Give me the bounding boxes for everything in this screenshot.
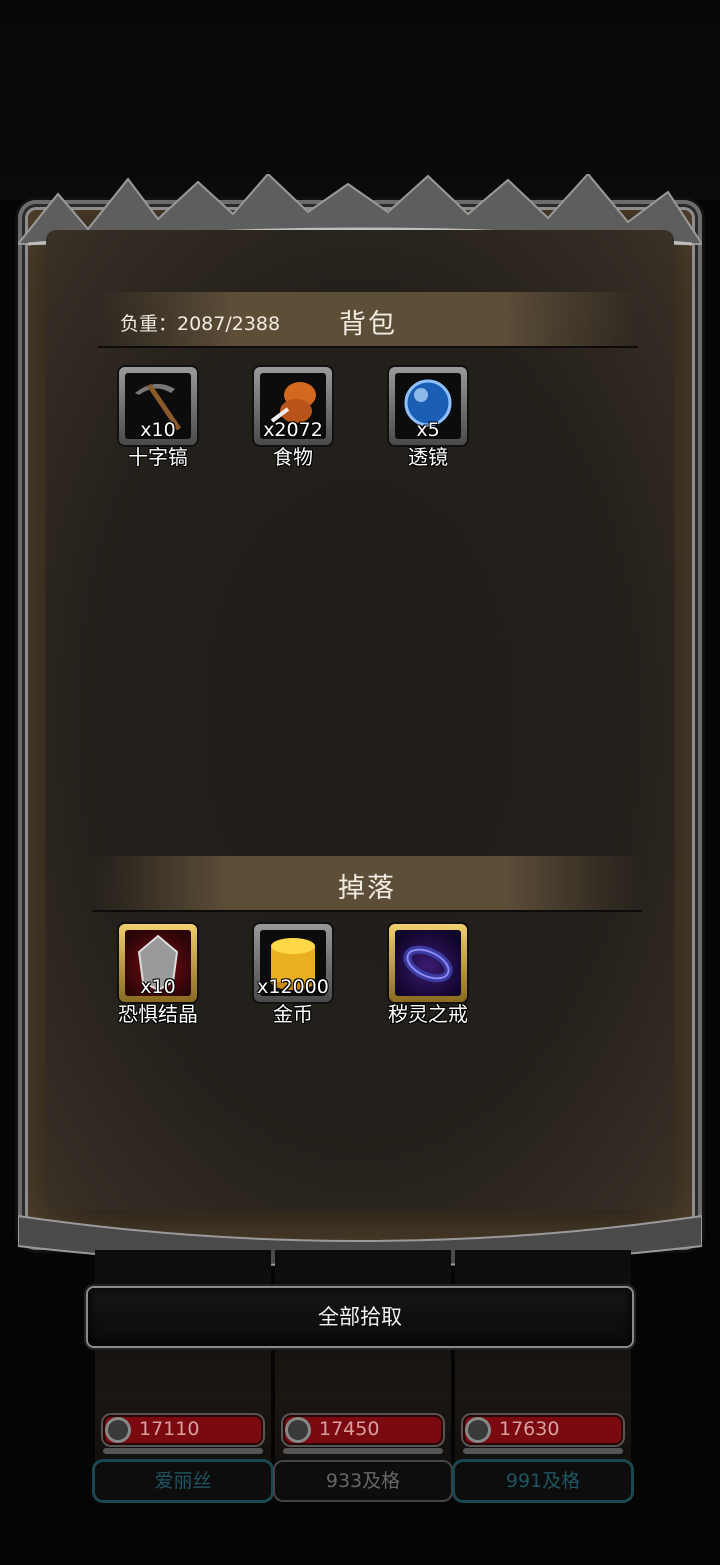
item-name: 十字镐 bbox=[128, 445, 188, 469]
power-badge: 17450 bbox=[283, 1415, 443, 1445]
item-name: 金币 bbox=[273, 1002, 313, 1026]
loot-panel: 负重：2087/2388 背包 x10 十字镐 x2072 食物 x5 透镜 掉… bbox=[18, 174, 702, 1267]
power-icon bbox=[105, 1417, 131, 1443]
power-value: 17450 bbox=[319, 1418, 380, 1440]
item-count: x2072 bbox=[263, 419, 323, 441]
hero-name: 爱丽丝 bbox=[95, 1462, 271, 1500]
power-icon bbox=[285, 1417, 311, 1443]
drops-header: 掉落 bbox=[92, 856, 642, 912]
drop-item-gold[interactable]: x12000 金币 bbox=[233, 924, 353, 1034]
backpack-header: 负重：2087/2388 背包 bbox=[98, 292, 638, 348]
item-name: 秽灵之戒 bbox=[388, 1002, 468, 1026]
drops-title: 掉落 bbox=[338, 873, 396, 904]
item-name: 透镜 bbox=[408, 445, 448, 469]
item-count: x5 bbox=[416, 419, 440, 441]
power-value: 17630 bbox=[499, 1418, 560, 1440]
hero-bar bbox=[283, 1448, 443, 1454]
backpack-item-pickaxe[interactable]: x10 十字镐 bbox=[98, 367, 218, 477]
hero-name: 991及格 bbox=[455, 1462, 631, 1500]
item-count: x10 bbox=[140, 419, 176, 441]
top-background bbox=[0, 0, 720, 200]
backpack-title: 背包 bbox=[339, 309, 397, 340]
item-count: x12000 bbox=[257, 976, 329, 998]
power-badge: 17630 bbox=[463, 1415, 623, 1445]
hero-bar bbox=[103, 1448, 263, 1454]
item-slot bbox=[389, 924, 467, 1002]
ring-icon bbox=[403, 945, 453, 983]
pick-all-button[interactable]: 全部拾取 bbox=[88, 1288, 632, 1346]
item-name: 恐惧结晶 bbox=[118, 1002, 198, 1026]
item-name: 食物 bbox=[273, 445, 313, 469]
backpack-item-food[interactable]: x2072 食物 bbox=[233, 367, 353, 477]
power-icon bbox=[465, 1417, 491, 1443]
backpack-item-lens[interactable]: x5 透镜 bbox=[368, 367, 488, 477]
drop-item-crystal[interactable]: x10 恐惧结晶 bbox=[98, 924, 218, 1034]
panel-inner: 负重：2087/2388 背包 x10 十字镐 x2072 食物 x5 透镜 掉… bbox=[46, 230, 674, 1210]
power-badge: 17110 bbox=[103, 1415, 263, 1445]
power-value: 17110 bbox=[139, 1418, 200, 1440]
item-count: x10 bbox=[140, 976, 176, 998]
hero-name: 933及格 bbox=[275, 1462, 451, 1500]
hero-bar bbox=[463, 1448, 623, 1454]
drop-item-ring[interactable]: 秽灵之戒 bbox=[368, 924, 488, 1034]
